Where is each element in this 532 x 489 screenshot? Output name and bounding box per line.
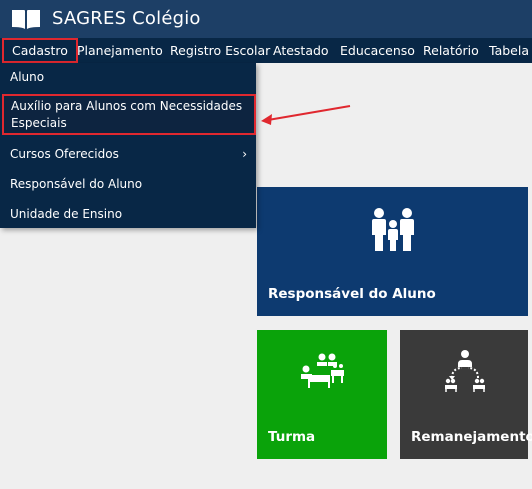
classroom-icon <box>301 353 344 388</box>
main-menu-bar: Cadastro Planejamento Registro Escolar A… <box>0 38 532 63</box>
dropdown-item-label: Auxílio para Alunos com Necessidades <box>11 99 243 113</box>
dropdown-item-label: Aluno <box>10 70 45 84</box>
tile-label: Responsável do Aluno <box>268 286 436 302</box>
tile-remanejamento[interactable]: Remanejamento <box>400 330 532 459</box>
annotation-arrow-icon <box>261 105 351 125</box>
menu-relatorio[interactable]: Relatório <box>423 38 479 63</box>
dropdown-item-label: Unidade de Ensino <box>10 207 123 221</box>
dropdown-item-label-line2: Especiais <box>11 116 67 130</box>
menu-educacenso[interactable]: Educacenso <box>340 38 415 63</box>
dropdown-item-label: Cursos Oferecidos <box>10 147 119 161</box>
dropdown-item-unidade-de-ensino[interactable]: Unidade de Ensino <box>0 207 256 221</box>
dropdown-item-aluno[interactable]: Aluno <box>0 70 256 84</box>
dropdown-item-responsavel-do-aluno[interactable]: Responsável do Aluno <box>0 177 256 191</box>
chevron-right-icon: › <box>242 147 247 161</box>
dropdown-item-label: Responsável do Aluno <box>10 177 143 191</box>
book-icon <box>12 10 40 29</box>
dropdown-item-cursos-oferecidos[interactable]: Cursos Oferecidos › <box>0 147 256 161</box>
tile-responsavel-do-aluno[interactable]: Responsável do Aluno <box>257 187 528 316</box>
tile-label: Remanejamento <box>411 429 532 445</box>
transfer-icon <box>445 350 485 392</box>
family-icon <box>372 208 414 251</box>
dropdown-item-auxilio-necessidades-especiais[interactable]: Auxílio para Alunos com Necessidades Esp… <box>2 94 256 135</box>
menu-tabela[interactable]: Tabela <box>489 38 529 63</box>
menu-planejamento[interactable]: Planejamento <box>77 38 163 63</box>
tile-label: Turma <box>268 429 316 445</box>
menu-registro-escolar[interactable]: Registro Escolar <box>170 38 270 63</box>
tile-turma[interactable]: Turma <box>257 330 387 459</box>
cadastro-dropdown-menu: Aluno Auxílio para Alunos com Necessidad… <box>0 63 256 228</box>
menu-atestado[interactable]: Atestado <box>273 38 329 63</box>
title-bar: SAGRES Colégio <box>0 0 532 38</box>
app-title: SAGRES Colégio <box>52 8 201 29</box>
menu-cadastro[interactable]: Cadastro <box>2 38 78 63</box>
